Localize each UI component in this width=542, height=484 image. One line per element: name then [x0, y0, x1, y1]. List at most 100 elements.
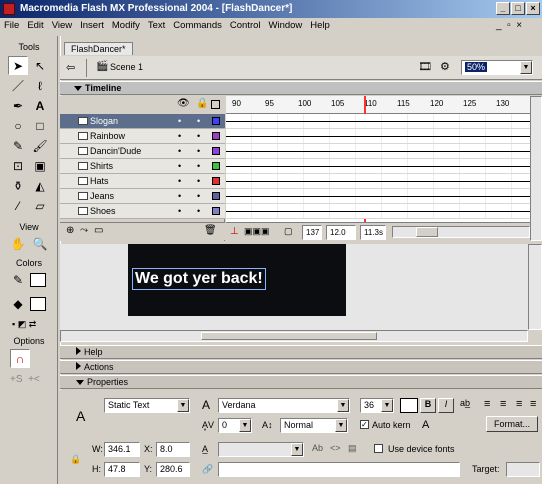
onion-skin-icon[interactable]: ▣▣▣ — [244, 226, 270, 237]
height-field[interactable]: 47.8 — [104, 462, 140, 477]
layer-outline-color[interactable] — [212, 207, 220, 215]
menu-help[interactable]: Help — [306, 20, 334, 31]
edit-symbol-icon[interactable]: ⚙ — [440, 60, 450, 73]
timeline-header[interactable]: Timeline — [60, 81, 542, 95]
scene-name[interactable]: Scene 1 — [110, 62, 143, 72]
layer-row[interactable]: Slogan • • — [60, 114, 225, 129]
fill-transform-tool-icon[interactable]: ▣ — [30, 156, 50, 175]
minimize-button[interactable]: _ — [496, 2, 510, 15]
frames-area[interactable]: 90 95 100 105 110 115 120 125 130 ⊥ ▣▣▣ ▢ 137 12… — [226, 96, 530, 241]
document-tab[interactable]: FlashDancer* — [64, 42, 133, 55]
align-right-icon[interactable]: ≡ — [516, 398, 522, 410]
help-panel-header[interactable]: Help — [60, 345, 542, 359]
hand-tool-icon[interactable]: ✋ — [8, 234, 28, 253]
back-arrow-icon[interactable]: ⇦ — [66, 61, 75, 74]
layer-outline-color[interactable] — [212, 117, 220, 125]
lasso-tool-icon[interactable]: ℓ — [30, 76, 50, 95]
layer-outline-color[interactable] — [212, 162, 220, 170]
bold-button[interactable]: B — [420, 398, 436, 413]
zoom-select[interactable]: 50% ▼ — [461, 60, 533, 75]
visibility-dot[interactable]: • — [178, 159, 181, 173]
letter-spacing-field[interactable]: 0 ▼ — [218, 418, 252, 433]
slogan-text[interactable]: We got yer back! — [132, 268, 266, 290]
snap-magnet-icon[interactable]: ∩ — [10, 349, 30, 368]
eye-icon[interactable]: 👁 — [177, 98, 190, 109]
format-button[interactable]: Format... — [486, 416, 538, 432]
visibility-dot[interactable]: • — [178, 204, 181, 218]
char-position-select[interactable]: Normal ▼ — [280, 418, 348, 433]
line-type-select[interactable]: ▼ — [218, 442, 304, 457]
ink-bottle-tool-icon[interactable]: ⚱ — [8, 176, 28, 195]
justify-icon[interactable]: ≡ — [530, 398, 536, 410]
chevron-down-icon[interactable]: ▼ — [239, 419, 251, 432]
layer-row[interactable]: Hats • • — [60, 174, 225, 189]
lock-icon[interactable]: 🔒 — [196, 98, 208, 109]
layer-outline-color[interactable] — [212, 147, 220, 155]
paint-bucket-tool-icon[interactable]: ◭ — [30, 176, 50, 195]
oval-tool-icon[interactable]: ○ — [8, 116, 28, 135]
close-button[interactable]: × — [526, 2, 540, 15]
frame-row[interactable] — [226, 144, 530, 159]
hscroll-thumb[interactable] — [416, 227, 438, 237]
width-field[interactable]: 346.1 — [104, 442, 140, 457]
layer-outline-color[interactable] — [212, 132, 220, 140]
zoom-tool-icon[interactable]: 🔍 — [30, 234, 50, 253]
outline-icon[interactable] — [211, 100, 220, 109]
lock-proportions-icon[interactable]: 🔒 — [70, 454, 81, 465]
visibility-dot[interactable]: • — [178, 114, 181, 128]
layer-row[interactable]: Jeans • • — [60, 189, 225, 204]
layer-row[interactable]: Rainbow • • — [60, 129, 225, 144]
align-left-icon[interactable]: ≡ — [484, 398, 490, 410]
layer-outline-color[interactable] — [212, 192, 220, 200]
x-field[interactable]: 8.0 — [156, 442, 190, 457]
rectangle-tool-icon[interactable]: □ — [30, 116, 50, 135]
font-select[interactable]: Verdana ▼ — [218, 398, 350, 413]
visibility-dot[interactable]: • — [178, 144, 181, 158]
visibility-dot[interactable]: • — [178, 129, 181, 143]
stage-vscroll[interactable] — [528, 244, 542, 330]
text-direction-icon[interactable]: ab̲ — [460, 398, 470, 408]
arrow-tool-icon[interactable]: ➤ — [8, 56, 28, 75]
subselect-tool-icon[interactable]: ↖ — [30, 56, 50, 75]
lock-dot[interactable]: • — [197, 189, 200, 203]
text-color-swatch[interactable] — [400, 398, 418, 413]
menu-edit[interactable]: Edit — [23, 20, 47, 31]
insert-folder-icon[interactable]: ▭ — [94, 225, 103, 236]
delete-layer-icon[interactable]: 🗑 — [204, 225, 217, 236]
stroke-color-swatch[interactable] — [30, 273, 46, 287]
selectable-icon[interactable]: Ab — [312, 443, 323, 453]
actions-panel-header[interactable]: Actions — [60, 360, 542, 374]
lock-dot[interactable]: • — [197, 129, 200, 143]
font-size-field[interactable]: 36 ▼ — [360, 398, 394, 413]
smooth-straighten-icon[interactable]: +S +< — [10, 374, 40, 385]
auto-kern-checkbox[interactable]: ✓ — [360, 420, 369, 429]
edit-multiple-frames-icon[interactable]: ▢ — [284, 226, 293, 237]
layer-row[interactable]: Dancin'Dude • • — [60, 144, 225, 159]
chevron-down-icon[interactable]: ▼ — [335, 419, 347, 432]
lock-dot[interactable]: • — [197, 159, 200, 173]
anti-alias-icon[interactable]: A — [422, 419, 429, 431]
menu-window[interactable]: Window — [265, 20, 307, 31]
fill-color-swatch[interactable] — [30, 297, 46, 311]
visibility-dot[interactable]: • — [178, 189, 181, 203]
add-motion-guide-icon[interactable]: ⤳ — [80, 225, 88, 236]
text-tool-icon[interactable]: A — [30, 96, 50, 115]
menu-insert[interactable]: Insert — [76, 20, 108, 31]
html-icon[interactable]: <> — [330, 443, 341, 453]
visibility-dot[interactable]: • — [178, 174, 181, 188]
doc-window-controls[interactable]: _ ▫ × — [496, 20, 522, 31]
chevron-down-icon[interactable]: ▼ — [291, 443, 303, 456]
text-type-select[interactable]: Static Text ▼ — [104, 398, 190, 413]
lock-dot[interactable]: • — [197, 144, 200, 158]
menu-control[interactable]: Control — [226, 20, 265, 31]
menu-commands[interactable]: Commands — [169, 20, 226, 31]
swap-colors-icon[interactable]: ▪ ◩ ⇄ — [12, 319, 36, 330]
pencil-tool-icon[interactable]: ✎ — [8, 136, 28, 155]
center-frame-icon[interactable]: ⊥ — [230, 226, 239, 237]
stage-hscroll-thumb[interactable] — [201, 332, 377, 340]
pen-tool-icon[interactable]: ✒ — [8, 96, 28, 115]
chevron-down-icon[interactable]: ▼ — [337, 399, 349, 412]
target-field[interactable] — [506, 462, 540, 477]
border-icon[interactable]: ▤ — [348, 443, 357, 454]
italic-button[interactable]: I — [438, 398, 454, 413]
